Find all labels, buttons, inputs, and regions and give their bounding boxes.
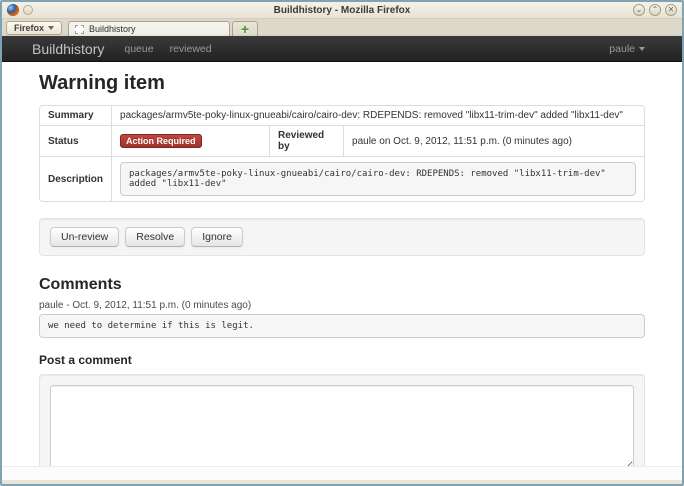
maximize-button[interactable]: ⌃ <box>649 4 661 16</box>
tab-bar: Firefox Buildhistory + <box>2 19 682 36</box>
window-controls: ⌄ ⌃ ✕ <box>633 4 677 16</box>
comments-heading: Comments <box>39 276 645 294</box>
resolve-button[interactable]: Resolve <box>125 227 185 247</box>
ignore-button[interactable]: Ignore <box>191 227 243 247</box>
nav-link-reviewed[interactable]: reviewed <box>170 43 212 55</box>
nav-link-queue[interactable]: queue <box>124 43 153 55</box>
post-comment-well: Post <box>39 374 645 466</box>
un-review-button[interactable]: Un-review <box>50 227 119 247</box>
page-content: Warning item Summary packages/armv5te-po… <box>2 62 682 466</box>
window-frame-bottom <box>2 480 682 484</box>
status-badge: Action Required <box>120 134 202 148</box>
tab-buildhistory[interactable]: Buildhistory <box>68 21 230 36</box>
window-titlebar[interactable]: Buildhistory - Mozilla Firefox ⌄ ⌃ ✕ <box>2 2 682 19</box>
window-menu-button[interactable] <box>23 5 33 15</box>
description-code: packages/armv5te-poky-linux-gnueabi/cair… <box>120 162 636 196</box>
actions-well: Un-review Resolve Ignore <box>39 218 645 256</box>
summary-label: Summary <box>40 106 111 125</box>
description-cell: packages/armv5te-poky-linux-gnueabi/cair… <box>111 156 644 201</box>
window-title: Buildhistory - Mozilla Firefox <box>2 5 682 16</box>
table-row-description: Description packages/armv5te-poky-linux-… <box>40 156 644 201</box>
warning-detail-table: Summary packages/armv5te-poky-linux-gnue… <box>39 105 645 202</box>
table-row-summary: Summary packages/armv5te-poky-linux-gnue… <box>40 106 644 125</box>
post-comment-heading: Post a comment <box>39 353 645 367</box>
caret-down-icon <box>639 47 645 51</box>
browser-bottom-bar <box>2 466 682 480</box>
table-row-status: Status Action Required Reviewed by paule… <box>40 125 644 156</box>
reviewed-by-value: paule on Oct. 9, 2012, 11:51 p.m. (0 min… <box>343 125 644 156</box>
navbar-brand[interactable]: Buildhistory <box>32 41 104 57</box>
comment-meta: paule - Oct. 9, 2012, 11:51 p.m. (0 minu… <box>39 300 645 311</box>
page-title: Warning item <box>39 72 645 95</box>
status-cell: Action Required <box>111 125 269 156</box>
firefox-menu-label: Firefox <box>14 23 44 33</box>
status-label: Status <box>40 125 111 156</box>
comment-text: we need to determine if this is legit. <box>39 314 645 338</box>
description-label: Description <box>40 156 111 201</box>
firefox-window: Buildhistory - Mozilla Firefox ⌄ ⌃ ✕ Fir… <box>0 0 684 486</box>
summary-value: packages/armv5te-poky-linux-gnueabi/cair… <box>111 106 644 125</box>
user-dropdown[interactable]: paule <box>609 43 645 55</box>
close-button[interactable]: ✕ <box>665 4 677 16</box>
chevron-down-icon <box>48 26 54 30</box>
comment-textarea[interactable] <box>50 385 634 466</box>
tab-title: Buildhistory <box>89 24 136 34</box>
favicon-placeholder-icon <box>75 25 84 34</box>
app-navbar: Buildhistory queue reviewed paule <box>2 36 682 62</box>
firefox-menu-button[interactable]: Firefox <box>6 21 62 35</box>
minimize-button[interactable]: ⌄ <box>633 4 645 16</box>
plus-icon: + <box>241 23 249 35</box>
new-tab-button[interactable]: + <box>232 21 258 36</box>
firefox-logo-icon <box>7 4 19 16</box>
user-name: paule <box>609 43 635 55</box>
reviewed-by-label: Reviewed by <box>269 125 343 156</box>
comment-item: paule - Oct. 9, 2012, 11:51 p.m. (0 minu… <box>39 300 645 338</box>
